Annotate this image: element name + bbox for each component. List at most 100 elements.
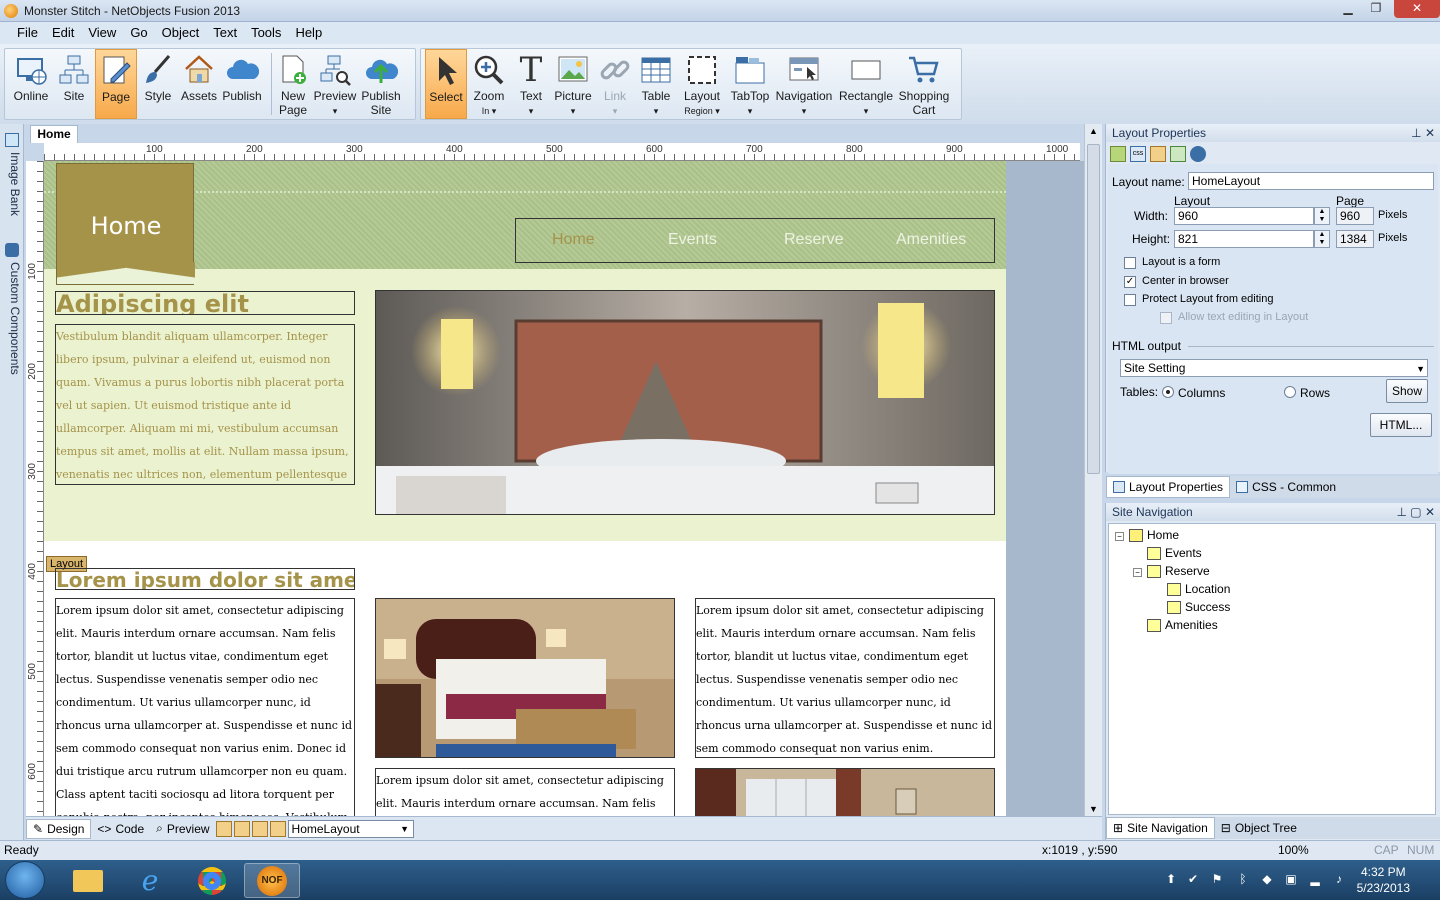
- start-button[interactable]: [5, 861, 45, 899]
- picture-tool-button[interactable]: Picture ▾: [551, 49, 595, 119]
- select-tool-button[interactable]: Select: [425, 49, 467, 119]
- columns-radio[interactable]: [1162, 386, 1174, 398]
- collapse-reserve-icon[interactable]: −: [1133, 568, 1142, 577]
- tray-bluetooth-icon[interactable]: ᛒ: [1236, 872, 1250, 886]
- tray-volume-icon[interactable]: ♪: [1332, 872, 1346, 886]
- vertical-scrollbar[interactable]: ▲ ▼: [1084, 124, 1102, 816]
- layout-is-form-checkbox[interactable]: [1124, 257, 1136, 269]
- style-button[interactable]: Style: [139, 49, 177, 119]
- menu-text[interactable]: Text: [206, 22, 244, 44]
- tab-layout-properties[interactable]: Layout Properties: [1106, 476, 1231, 498]
- pin-close-icon[interactable]: ⊥ ▢ ✕: [1396, 503, 1435, 521]
- tab-object-tree[interactable]: ⊟ Object Tree: [1215, 817, 1303, 839]
- menu-view[interactable]: View: [81, 22, 123, 44]
- page-props-icon[interactable]: [1170, 146, 1186, 162]
- tab-css-common[interactable]: CSS - Common: [1230, 476, 1342, 498]
- taskbar-chrome[interactable]: [184, 863, 240, 898]
- publish-button[interactable]: Publish: [219, 49, 265, 119]
- tray-diamond-icon[interactable]: ◆: [1260, 872, 1274, 886]
- tree-node-location[interactable]: Location: [1167, 582, 1230, 596]
- layout-grid-icon[interactable]: [233, 820, 250, 837]
- center-in-browser-checkbox[interactable]: ✓: [1124, 276, 1136, 288]
- width-field[interactable]: 960: [1174, 207, 1314, 225]
- intro-paragraph[interactable]: Vestibulum blandit aliquam ullamcorper. …: [55, 324, 355, 485]
- image-bank-tab[interactable]: Image Bank: [2, 130, 22, 216]
- menu-file[interactable]: File: [10, 22, 45, 44]
- taskbar-netobjects[interactable]: NOF: [244, 863, 300, 898]
- nav-reserve[interactable]: Reserve: [784, 231, 844, 249]
- navigation-bar[interactable]: Home Events Reserve Amenities: [515, 218, 995, 263]
- assets-button[interactable]: Assets: [179, 49, 219, 119]
- tree-node-reserve[interactable]: Reserve: [1147, 564, 1210, 578]
- hotel-bedroom-photo[interactable]: [375, 598, 675, 758]
- menu-tools[interactable]: Tools: [244, 22, 288, 44]
- layout-view-icon[interactable]: [215, 820, 232, 837]
- custom-components-tab[interactable]: Custom Components: [2, 240, 22, 375]
- heading-lorem[interactable]: Lorem ipsum dolor sit amet: [55, 568, 355, 590]
- rows-radio[interactable]: [1284, 386, 1296, 398]
- online-button[interactable]: Online: [7, 49, 55, 119]
- tray-network-icon[interactable]: ✔: [1186, 872, 1200, 886]
- nav-amenities[interactable]: Amenities: [896, 231, 966, 249]
- preview-button[interactable]: Preview ▾: [313, 49, 357, 119]
- width-spinner[interactable]: ▲ ▼: [1314, 207, 1330, 225]
- scroll-down-icon[interactable]: ▼: [1089, 804, 1098, 814]
- menu-object[interactable]: Object: [155, 22, 207, 44]
- tray-flag-icon[interactable]: ⚑: [1210, 872, 1224, 886]
- taskbar-ie[interactable]: e: [122, 863, 178, 898]
- play-icon[interactable]: [1190, 146, 1206, 162]
- menu-edit[interactable]: Edit: [45, 22, 81, 44]
- restore-button[interactable]: ❐: [1362, 0, 1390, 18]
- show-button[interactable]: Show: [1386, 379, 1428, 403]
- system-clock[interactable]: 4:32 PM 5/23/2013: [1357, 864, 1410, 896]
- protect-layout-checkbox[interactable]: [1124, 294, 1136, 306]
- lorem-paragraph-left[interactable]: Lorem ipsum dolor sit amet, consectetur …: [55, 598, 355, 816]
- preview-view-tab[interactable]: ⌕ Preview: [150, 819, 215, 839]
- taskbar-explorer[interactable]: [60, 863, 116, 898]
- nav-events[interactable]: Events: [668, 231, 717, 249]
- text-tool-button[interactable]: T Text ▾: [511, 49, 551, 119]
- new-page-button[interactable]: New Page: [273, 49, 313, 119]
- navigation-tool-button[interactable]: Navigation ▾: [773, 49, 835, 119]
- nav-home[interactable]: Home: [552, 231, 595, 249]
- tree-node-success[interactable]: Success: [1167, 600, 1230, 614]
- document-tab-home[interactable]: Home: [30, 125, 78, 143]
- design-canvas[interactable]: Home Home Events Reserve Amenities Adipi…: [44, 161, 1084, 816]
- home-flag-banner[interactable]: Home: [56, 163, 195, 285]
- tree-node-events[interactable]: Events: [1147, 546, 1202, 560]
- tab-site-navigation[interactable]: ⊞ Site Navigation: [1106, 817, 1215, 839]
- scroll-up-icon[interactable]: ▲: [1089, 126, 1098, 136]
- scroll-thumb[interactable]: [1087, 144, 1100, 474]
- shopping-cart-button[interactable]: Shopping Cart: [897, 49, 951, 119]
- height-field[interactable]: 821: [1174, 230, 1314, 248]
- html-output-select[interactable]: Site Setting ▼: [1120, 359, 1428, 377]
- code-view-tab[interactable]: <> Code: [91, 819, 150, 839]
- tray-device-icon[interactable]: ▣: [1284, 872, 1298, 886]
- page-button[interactable]: Page: [95, 49, 137, 119]
- publish-site-button[interactable]: Publish Site: [359, 49, 403, 119]
- layout-region-button[interactable]: Layout Region ▾: [677, 49, 727, 119]
- menu-help[interactable]: Help: [288, 22, 329, 44]
- site-button[interactable]: Site: [55, 49, 93, 119]
- css-icon[interactable]: [269, 820, 286, 837]
- lorem-paragraph-right[interactable]: Lorem ipsum dolor sit amet, consectetur …: [695, 598, 995, 758]
- rectangle-tool-button[interactable]: Rectangle ▾: [835, 49, 897, 119]
- height-spinner[interactable]: ▲ ▼: [1314, 230, 1330, 248]
- table-tool-button[interactable]: Table ▾: [635, 49, 677, 119]
- link-tool-button[interactable]: Link ▾: [595, 49, 635, 119]
- minimize-button[interactable]: ▁: [1334, 0, 1362, 18]
- actions-icon[interactable]: [1150, 146, 1166, 162]
- tray-signal-icon[interactable]: ▂: [1308, 872, 1322, 886]
- close-button[interactable]: ✕: [1394, 0, 1440, 18]
- design-view-tab[interactable]: ✎ Design: [26, 818, 92, 839]
- tree-node-home[interactable]: Home: [1129, 528, 1179, 542]
- pin-close-icon[interactable]: ⊥ ✕: [1411, 124, 1435, 142]
- layout-name-field[interactable]: HomeLayout: [1188, 172, 1434, 190]
- allow-text-editing-checkbox[interactable]: [1160, 312, 1172, 324]
- heading-adipiscing[interactable]: Adipiscing elit: [55, 291, 355, 315]
- lorem-paragraph-middle[interactable]: Lorem ipsum dolor sit amet, consectetur …: [375, 768, 675, 816]
- layout-region-icon[interactable]: [251, 820, 268, 837]
- css-props-icon[interactable]: css: [1130, 146, 1146, 162]
- html-button[interactable]: HTML...: [1370, 413, 1432, 437]
- hotel-window-photo[interactable]: [695, 768, 995, 816]
